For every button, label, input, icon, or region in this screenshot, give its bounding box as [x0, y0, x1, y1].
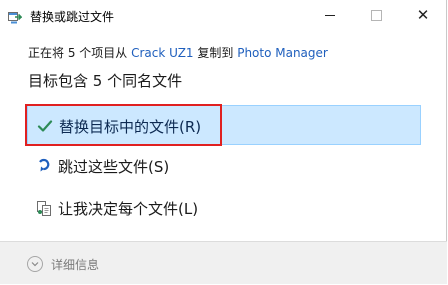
skip-files-option[interactable]: 跳过这些文件(S)	[27, 146, 421, 186]
minimize-icon	[325, 15, 335, 16]
source-folder-link[interactable]: Crack UZ1	[131, 46, 193, 60]
close-icon: ✕	[416, 6, 430, 24]
replace-files-option[interactable]: 替换目标中的文件(R)	[27, 105, 421, 145]
close-button[interactable]: ✕	[400, 0, 446, 31]
info-middle: 复制到	[193, 46, 238, 60]
copy-info-text: 正在将 5 个项目从 Crack UZ1 复制到 Photo Manager	[28, 44, 328, 61]
replace-or-skip-dialog: 替换或跳过文件 ✕ 正在将 5 个项目从 Crack UZ1 复制到 Photo…	[0, 0, 447, 284]
more-details-label: 详细信息	[51, 257, 100, 272]
more-details-toggle[interactable]: 详细信息	[27, 255, 99, 273]
skip-files-label: 跳过这些文件(S)	[58, 158, 170, 176]
decide-each-file-label: 让我决定每个文件(L)	[58, 200, 199, 218]
skip-arrow-icon	[36, 158, 52, 174]
maximize-icon	[370, 10, 382, 21]
maximize-button[interactable]	[353, 0, 399, 31]
copy-files-icon	[8, 9, 23, 24]
title-bar[interactable]: 替换或跳过文件 ✕	[0, 0, 447, 31]
minimize-button[interactable]	[307, 0, 353, 31]
info-prefix: 正在将 5 个项目从	[28, 46, 132, 60]
conflict-headline: 目标包含 5 个同名文件	[28, 72, 183, 90]
chevron-down-icon	[27, 256, 43, 272]
replace-files-label: 替换目标中的文件(R)	[59, 118, 202, 136]
dialog-footer: 详细信息	[0, 242, 447, 284]
checkmark-icon	[37, 118, 53, 134]
destination-folder-link[interactable]: Photo Manager	[237, 46, 328, 60]
compare-files-icon	[36, 200, 52, 216]
window-title: 替换或跳过文件	[30, 10, 115, 24]
decide-each-file-option[interactable]: 让我决定每个文件(L)	[27, 188, 421, 228]
